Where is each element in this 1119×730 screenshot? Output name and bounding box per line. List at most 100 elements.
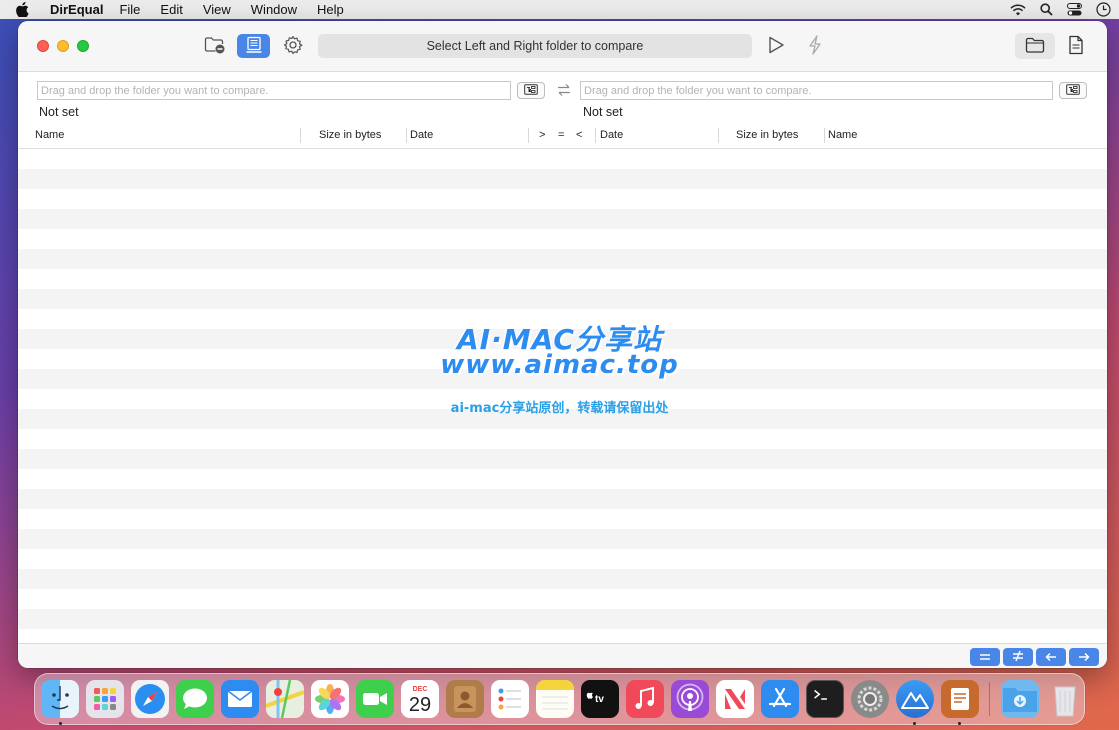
show-left-only-button[interactable] bbox=[1036, 648, 1066, 666]
spotlight-search-icon[interactable] bbox=[1040, 3, 1053, 16]
notes-icon[interactable] bbox=[536, 680, 574, 718]
quick-compare-button[interactable] bbox=[800, 34, 830, 58]
safari-icon[interactable] bbox=[131, 680, 169, 718]
swap-arrows-icon bbox=[557, 83, 571, 100]
folder-tree-icon bbox=[1066, 83, 1080, 98]
compare-run-button[interactable] bbox=[761, 34, 791, 58]
zoom-window-button[interactable] bbox=[77, 40, 89, 52]
filter-bar bbox=[18, 643, 1107, 668]
calendar-month: DEC bbox=[412, 685, 428, 693]
folder-paths-panel: Not set Not set bbox=[18, 72, 1107, 122]
column-left-size[interactable]: Size in bytes bbox=[319, 122, 381, 149]
status-message-field: Select Left and Right folder to compare bbox=[318, 34, 752, 58]
exclude-folder-button[interactable] bbox=[200, 34, 230, 58]
right-folder-path-input[interactable] bbox=[580, 81, 1053, 100]
show-equal-button[interactable] bbox=[970, 648, 1000, 666]
column-left-date[interactable]: Date bbox=[410, 122, 433, 149]
minimize-window-button[interactable] bbox=[57, 40, 69, 52]
settings-button[interactable] bbox=[278, 34, 308, 58]
news-icon[interactable] bbox=[716, 680, 754, 718]
control-center-icon[interactable] bbox=[1067, 3, 1082, 16]
menu-window[interactable]: Window bbox=[251, 0, 297, 19]
trash-icon[interactable] bbox=[1046, 680, 1084, 718]
music-icon[interactable] bbox=[626, 680, 664, 718]
column-newer-right[interactable]: < bbox=[576, 122, 582, 149]
play-icon bbox=[766, 35, 786, 58]
facetime-icon[interactable] bbox=[356, 680, 394, 718]
text-editor-icon[interactable] bbox=[941, 680, 979, 718]
report-button[interactable] bbox=[1056, 33, 1096, 59]
document-icon bbox=[1068, 35, 1084, 58]
table-row bbox=[18, 269, 1107, 289]
watermark-notice: ai-mac分享站原创，转载请保留出处 bbox=[450, 401, 669, 416]
launchpad-icon[interactable] bbox=[86, 680, 124, 718]
column-right-size[interactable]: Size in bytes bbox=[736, 122, 798, 149]
close-window-button[interactable] bbox=[37, 40, 49, 52]
menu-edit[interactable]: Edit bbox=[160, 0, 182, 19]
menu-app-name[interactable]: DirEqual bbox=[50, 0, 103, 19]
arrow-right-icon bbox=[1078, 650, 1090, 665]
table-row bbox=[18, 149, 1107, 169]
system-preferences-icon[interactable] bbox=[851, 680, 889, 718]
table-row bbox=[18, 289, 1107, 309]
podcasts-icon[interactable] bbox=[671, 680, 709, 718]
watermark-url: www.aimac.top bbox=[440, 350, 679, 380]
reminders-icon[interactable] bbox=[491, 680, 529, 718]
folder-tree-icon bbox=[524, 83, 538, 98]
table-row bbox=[18, 609, 1107, 629]
column-equal[interactable]: = bbox=[558, 122, 564, 149]
contacts-icon[interactable] bbox=[446, 680, 484, 718]
table-header: Name Size in bytes Date > = < Date Size … bbox=[18, 122, 1107, 149]
list-view-button[interactable] bbox=[237, 34, 270, 58]
column-left-name[interactable]: Name bbox=[35, 122, 64, 149]
table-row bbox=[18, 529, 1107, 549]
dock-separator bbox=[989, 682, 990, 716]
menu-bar: DirEqual File Edit View Window Help bbox=[0, 0, 1119, 19]
maps-icon[interactable] bbox=[266, 680, 304, 718]
menu-view[interactable]: View bbox=[203, 0, 231, 19]
gear-icon bbox=[283, 35, 303, 58]
apple-tv-icon[interactable]: tv bbox=[581, 680, 619, 718]
calendar-icon[interactable]: DEC 29 bbox=[401, 680, 439, 718]
arrow-left-icon bbox=[1045, 650, 1057, 665]
mail-icon[interactable] bbox=[221, 680, 259, 718]
show-right-only-button[interactable] bbox=[1069, 648, 1099, 666]
terminal-icon[interactable] bbox=[806, 680, 844, 718]
table-row bbox=[18, 169, 1107, 189]
column-right-date[interactable]: Date bbox=[600, 122, 623, 149]
table-row bbox=[18, 489, 1107, 509]
menu-file[interactable]: File bbox=[119, 0, 140, 19]
table-row bbox=[18, 229, 1107, 249]
open-folder-button[interactable] bbox=[1015, 33, 1055, 59]
column-right-name[interactable]: Name bbox=[828, 122, 857, 149]
messages-icon[interactable] bbox=[176, 680, 214, 718]
folder-icon bbox=[1025, 37, 1045, 56]
wifi-icon[interactable] bbox=[1010, 4, 1026, 16]
apple-icon[interactable] bbox=[16, 2, 30, 17]
table-row bbox=[18, 209, 1107, 229]
document-list-icon bbox=[245, 36, 263, 57]
table-row bbox=[18, 509, 1107, 529]
user-clock-icon[interactable] bbox=[1096, 2, 1111, 17]
show-different-button[interactable] bbox=[1003, 648, 1033, 666]
table-row bbox=[18, 549, 1107, 569]
finder-icon[interactable] bbox=[41, 680, 79, 718]
column-newer-left[interactable]: > bbox=[539, 122, 545, 149]
toolbar: Select Left and Right folder to compare bbox=[18, 21, 1107, 72]
table-row bbox=[18, 469, 1107, 489]
downloads-folder-icon[interactable] bbox=[1001, 680, 1039, 718]
window-controls bbox=[37, 40, 89, 52]
app-store-icon[interactable] bbox=[761, 680, 799, 718]
left-browse-button[interactable] bbox=[517, 82, 545, 99]
table-row bbox=[18, 189, 1107, 209]
right-browse-button[interactable] bbox=[1059, 82, 1087, 99]
photos-icon[interactable] bbox=[311, 680, 349, 718]
comparison-table-body[interactable] bbox=[18, 149, 1107, 649]
lightning-bolt-icon bbox=[807, 34, 823, 58]
table-row bbox=[18, 449, 1107, 469]
left-folder-path-input[interactable] bbox=[37, 81, 511, 100]
swap-folders-button[interactable] bbox=[556, 83, 572, 99]
left-folder-status: Not set bbox=[39, 105, 79, 119]
menu-help[interactable]: Help bbox=[317, 0, 344, 19]
direqual-app-icon[interactable] bbox=[896, 680, 934, 718]
